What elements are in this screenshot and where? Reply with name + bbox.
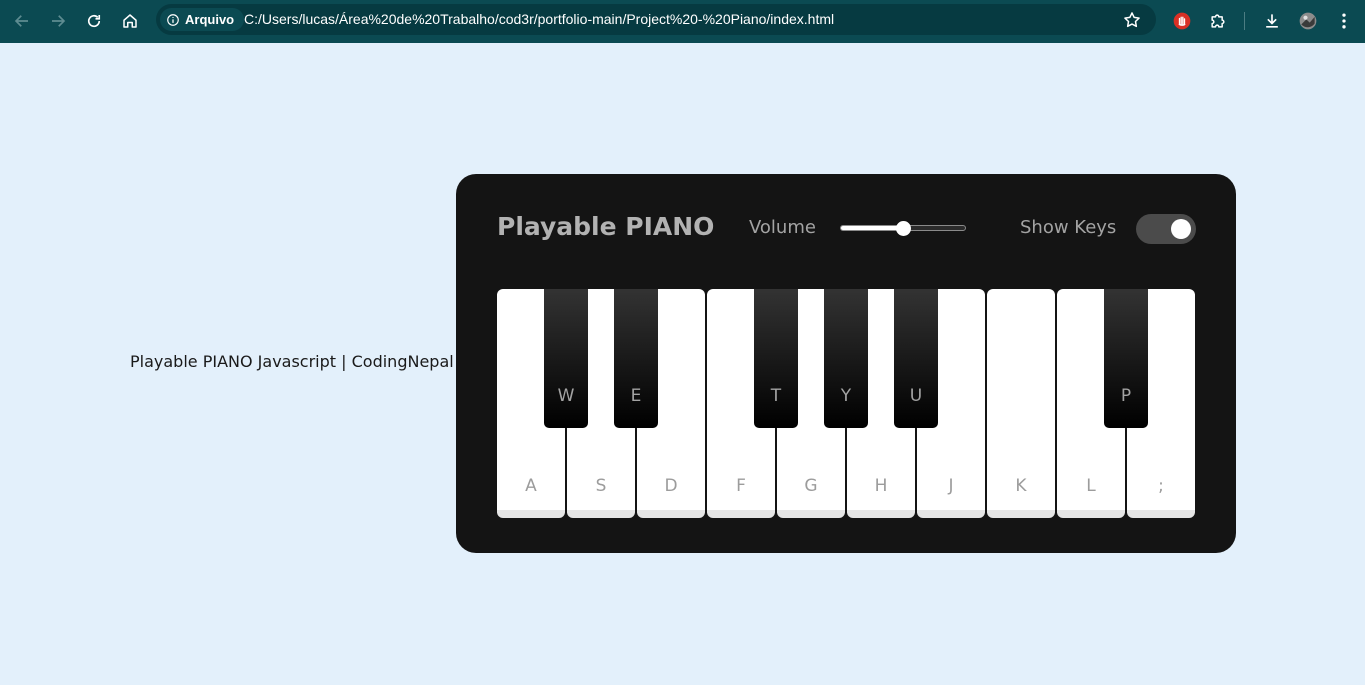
- forward-button[interactable]: [45, 8, 71, 34]
- show-keys-toggle-knob: [1171, 219, 1191, 239]
- back-button[interactable]: [9, 8, 35, 34]
- volume-slider-thumb[interactable]: [896, 221, 911, 236]
- reload-icon: [87, 14, 101, 28]
- piano-title: Playable PIANO: [497, 212, 715, 241]
- key-label: G: [804, 476, 818, 496]
- info-icon: [167, 13, 179, 26]
- key-label: J: [948, 476, 954, 496]
- browser-menu-button[interactable]: [1331, 8, 1357, 34]
- puzzle-icon: [1211, 14, 1225, 28]
- black-key[interactable]: T: [754, 289, 798, 428]
- address-bar[interactable]: Arquivo C:/Users/lucas/Área%20de%20Traba…: [156, 4, 1156, 35]
- download-icon: [1266, 14, 1278, 28]
- key-label: Y: [840, 386, 852, 406]
- volume-slider-fill: [841, 226, 903, 230]
- browser-toolbar: Arquivo C:/Users/lucas/Área%20de%20Traba…: [0, 0, 1365, 43]
- black-key[interactable]: W: [544, 289, 588, 428]
- arrow-right-icon: [52, 15, 66, 27]
- key-label: ;: [1158, 476, 1164, 496]
- url-text[interactable]: C:/Users/lucas/Área%20de%20Trabalho/cod3…: [244, 11, 834, 27]
- star-icon[interactable]: [1122, 10, 1142, 30]
- black-key[interactable]: Y: [824, 289, 868, 428]
- key-label: P: [1120, 386, 1132, 406]
- black-key[interactable]: E: [614, 289, 658, 428]
- black-key[interactable]: P: [1104, 289, 1148, 428]
- downloads-button[interactable]: [1259, 8, 1285, 34]
- key-label: D: [664, 476, 678, 496]
- black-key[interactable]: U: [894, 289, 938, 428]
- key-label: U: [909, 386, 923, 406]
- arrow-left-icon: [14, 15, 28, 27]
- key-label: L: [1086, 476, 1096, 496]
- volume-label: Volume: [749, 217, 816, 238]
- key-label: T: [770, 386, 782, 406]
- key-label: S: [595, 476, 607, 496]
- toolbar-divider: [1244, 12, 1245, 30]
- kebab-menu-icon: [1342, 13, 1346, 29]
- piano-keys: A S D F G H J K L; W E T Y U P: [497, 289, 1195, 518]
- volume-slider[interactable]: [840, 221, 966, 236]
- extension-stop-button[interactable]: [1169, 8, 1195, 34]
- avatar-icon: [1299, 12, 1317, 30]
- site-info-chip[interactable]: Arquivo: [160, 8, 245, 31]
- site-info-label: Arquivo: [185, 12, 235, 27]
- key-label: K: [1015, 476, 1027, 496]
- key-label: W: [557, 386, 575, 406]
- profile-button[interactable]: [1295, 8, 1321, 34]
- piano-wrapper: Playable PIANO Volume Show Keys A S D F G H J K…: [456, 174, 1236, 553]
- show-keys-toggle[interactable]: [1136, 214, 1196, 244]
- page-heading-text: Playable PIANO Javascript | CodingNepal: [130, 352, 454, 371]
- reload-button[interactable]: [81, 8, 107, 34]
- home-button[interactable]: [117, 8, 143, 34]
- key-label: A: [525, 476, 537, 496]
- key-label: F: [736, 476, 746, 496]
- home-icon: [123, 14, 137, 28]
- key-label: E: [630, 386, 642, 406]
- white-key[interactable]: K: [987, 289, 1055, 518]
- key-label: H: [874, 476, 888, 496]
- extensions-button[interactable]: [1205, 8, 1231, 34]
- show-keys-label: Show Keys: [1020, 217, 1117, 238]
- stop-hand-icon: [1173, 12, 1191, 30]
